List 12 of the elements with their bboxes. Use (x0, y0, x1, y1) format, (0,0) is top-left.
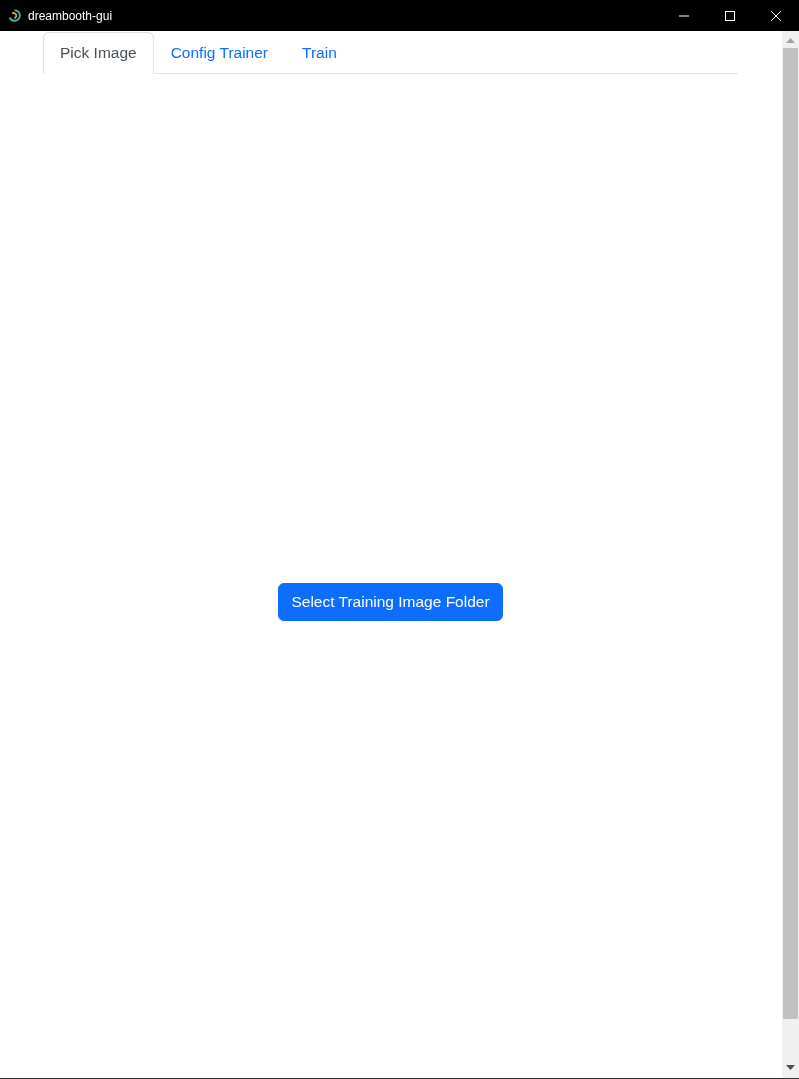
tab[interactable]: Pick Image (43, 32, 154, 74)
scroll-thumb[interactable] (783, 48, 798, 1019)
scroll-up-icon[interactable] (786, 38, 795, 43)
maximize-icon (725, 10, 735, 21)
scrollbar[interactable] (782, 31, 799, 1078)
select-folder-button[interactable]: Select Training Image Folder (278, 583, 503, 621)
window-title: dreambooth-gui (28, 7, 113, 24)
tab[interactable]: Config Trainer (153, 32, 286, 74)
close-icon (771, 10, 781, 21)
scroll-down-icon[interactable] (786, 1065, 795, 1070)
app-logo-icon (8, 9, 21, 22)
tab[interactable]: Train (285, 32, 354, 74)
